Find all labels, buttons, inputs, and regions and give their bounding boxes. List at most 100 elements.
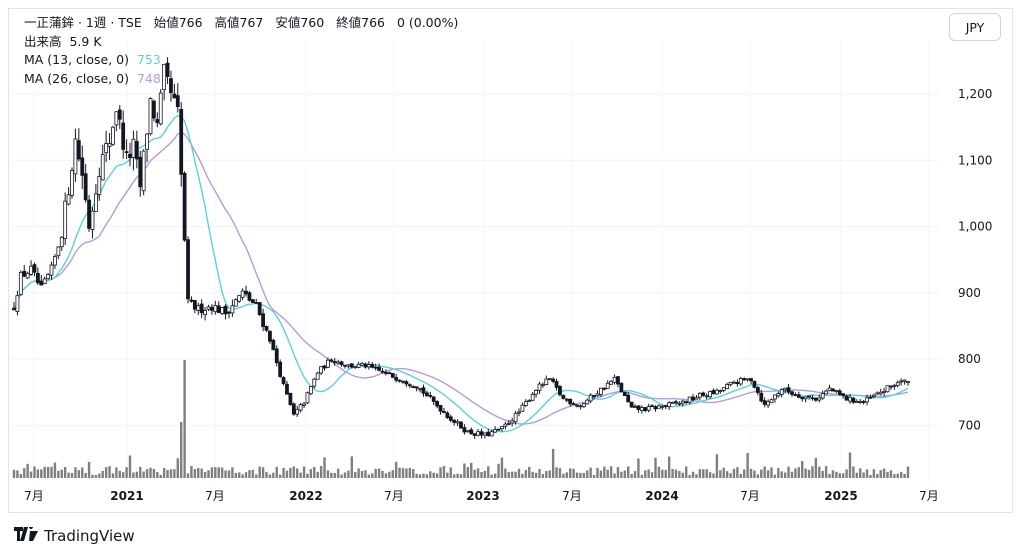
candle-body bbox=[203, 310, 207, 315]
time-tick-label: 2022 bbox=[289, 489, 322, 503]
volume-bar bbox=[565, 472, 568, 478]
volume-bars bbox=[12, 360, 910, 478]
volume-bar bbox=[12, 469, 16, 478]
candle-body bbox=[431, 396, 436, 402]
ma26-row[interactable]: MA (26, close, 0) 748 bbox=[24, 70, 458, 89]
volume-bar bbox=[152, 468, 156, 478]
volume-bar bbox=[408, 467, 412, 478]
candle-body bbox=[346, 364, 351, 367]
volume-bar bbox=[838, 473, 841, 478]
candle-body bbox=[329, 359, 334, 362]
currency-button[interactable]: JPY bbox=[949, 13, 1001, 41]
volume-bar bbox=[449, 467, 452, 478]
time-axis[interactable]: 7月 2021 7月 2022 7月 2023 7月 2024 7月 2025 7月 bbox=[24, 489, 939, 503]
candle-body bbox=[124, 151, 129, 154]
candle-body bbox=[701, 392, 706, 396]
volume-bar bbox=[388, 471, 391, 478]
candle-body bbox=[626, 394, 631, 403]
volume-bar bbox=[91, 474, 94, 478]
volume-bar bbox=[415, 473, 418, 478]
volume-bar bbox=[405, 468, 408, 478]
volume-bar bbox=[510, 471, 514, 478]
volume-bar bbox=[340, 474, 343, 478]
volume-bar bbox=[435, 473, 439, 478]
candle-body bbox=[694, 397, 699, 400]
candle-body bbox=[868, 396, 873, 399]
candle-body bbox=[63, 200, 68, 240]
candle-body bbox=[639, 407, 644, 411]
symbol-title[interactable]: 一正蒲鉾 · 1週 · TSE bbox=[24, 15, 142, 30]
volume-bar bbox=[162, 467, 166, 478]
candle-body bbox=[138, 156, 143, 188]
candle-body bbox=[315, 372, 320, 380]
ma13-row[interactable]: MA (13, close, 0) 753 bbox=[24, 51, 458, 70]
volume-bar bbox=[173, 469, 176, 478]
candle-body bbox=[240, 290, 245, 298]
volume-bar bbox=[248, 470, 251, 478]
volume-bar bbox=[562, 473, 565, 478]
candle-body bbox=[411, 386, 416, 388]
volume-bar bbox=[67, 472, 70, 478]
volume-bar bbox=[108, 466, 111, 478]
candle-body bbox=[32, 264, 37, 273]
price-tick-label: 1,100 bbox=[958, 153, 992, 167]
candle-body bbox=[18, 272, 23, 296]
volume-bar bbox=[166, 469, 169, 478]
volume-bar bbox=[521, 473, 524, 478]
candle-body bbox=[824, 390, 829, 395]
candle-body bbox=[179, 109, 184, 175]
volume-bar bbox=[190, 466, 193, 478]
volume-bar bbox=[343, 472, 347, 478]
candle-body bbox=[332, 361, 337, 363]
candle-body bbox=[827, 387, 832, 392]
candle-body bbox=[878, 391, 883, 395]
volume-bar bbox=[654, 457, 657, 478]
candle-body bbox=[745, 378, 750, 381]
price-axis[interactable]: 1,200 1,100 1,000 900 800 700 bbox=[958, 87, 992, 432]
candle-body bbox=[670, 401, 675, 404]
open-label: 始値 bbox=[153, 15, 179, 30]
candle-body bbox=[128, 153, 132, 158]
candle-body bbox=[807, 395, 811, 398]
candle-body bbox=[616, 376, 620, 385]
candle-body bbox=[445, 412, 450, 418]
candle-body bbox=[465, 430, 470, 433]
brand[interactable]: TradingView bbox=[14, 525, 135, 545]
candle-body bbox=[609, 380, 614, 385]
volume-bar bbox=[487, 466, 490, 478]
volume-bar bbox=[770, 467, 773, 478]
volume-bar bbox=[828, 473, 831, 478]
volume-bar bbox=[480, 472, 483, 478]
volume-bar bbox=[790, 471, 794, 478]
candle-body bbox=[554, 381, 559, 388]
candle-body bbox=[59, 236, 64, 248]
volume-bar bbox=[272, 472, 275, 478]
candle-body bbox=[738, 378, 743, 385]
volume-bar bbox=[268, 474, 272, 478]
ma26-value: 748 bbox=[136, 70, 161, 86]
candle-body bbox=[476, 431, 480, 436]
candle-body bbox=[182, 172, 187, 241]
volume-bar bbox=[330, 472, 333, 478]
candle-body bbox=[155, 119, 160, 124]
volume-bar bbox=[309, 469, 313, 478]
candle-body bbox=[653, 406, 658, 410]
volume-bar bbox=[115, 467, 118, 478]
candle-body bbox=[708, 391, 712, 398]
candle-body bbox=[646, 406, 651, 411]
candle-body bbox=[93, 193, 98, 212]
candle-body bbox=[687, 396, 692, 403]
volume-bar bbox=[869, 474, 872, 478]
candle-body bbox=[407, 384, 412, 387]
candle-body bbox=[261, 313, 265, 327]
candle-body bbox=[438, 405, 443, 412]
candle-body bbox=[390, 373, 395, 378]
volume-bar bbox=[872, 469, 876, 478]
volume-bar bbox=[207, 470, 210, 478]
candle-body bbox=[428, 394, 433, 397]
volume-bar bbox=[217, 467, 220, 478]
volume-bar bbox=[667, 456, 671, 478]
candle-body bbox=[861, 401, 866, 403]
candle-body bbox=[305, 392, 310, 404]
volume-bar bbox=[74, 467, 77, 478]
